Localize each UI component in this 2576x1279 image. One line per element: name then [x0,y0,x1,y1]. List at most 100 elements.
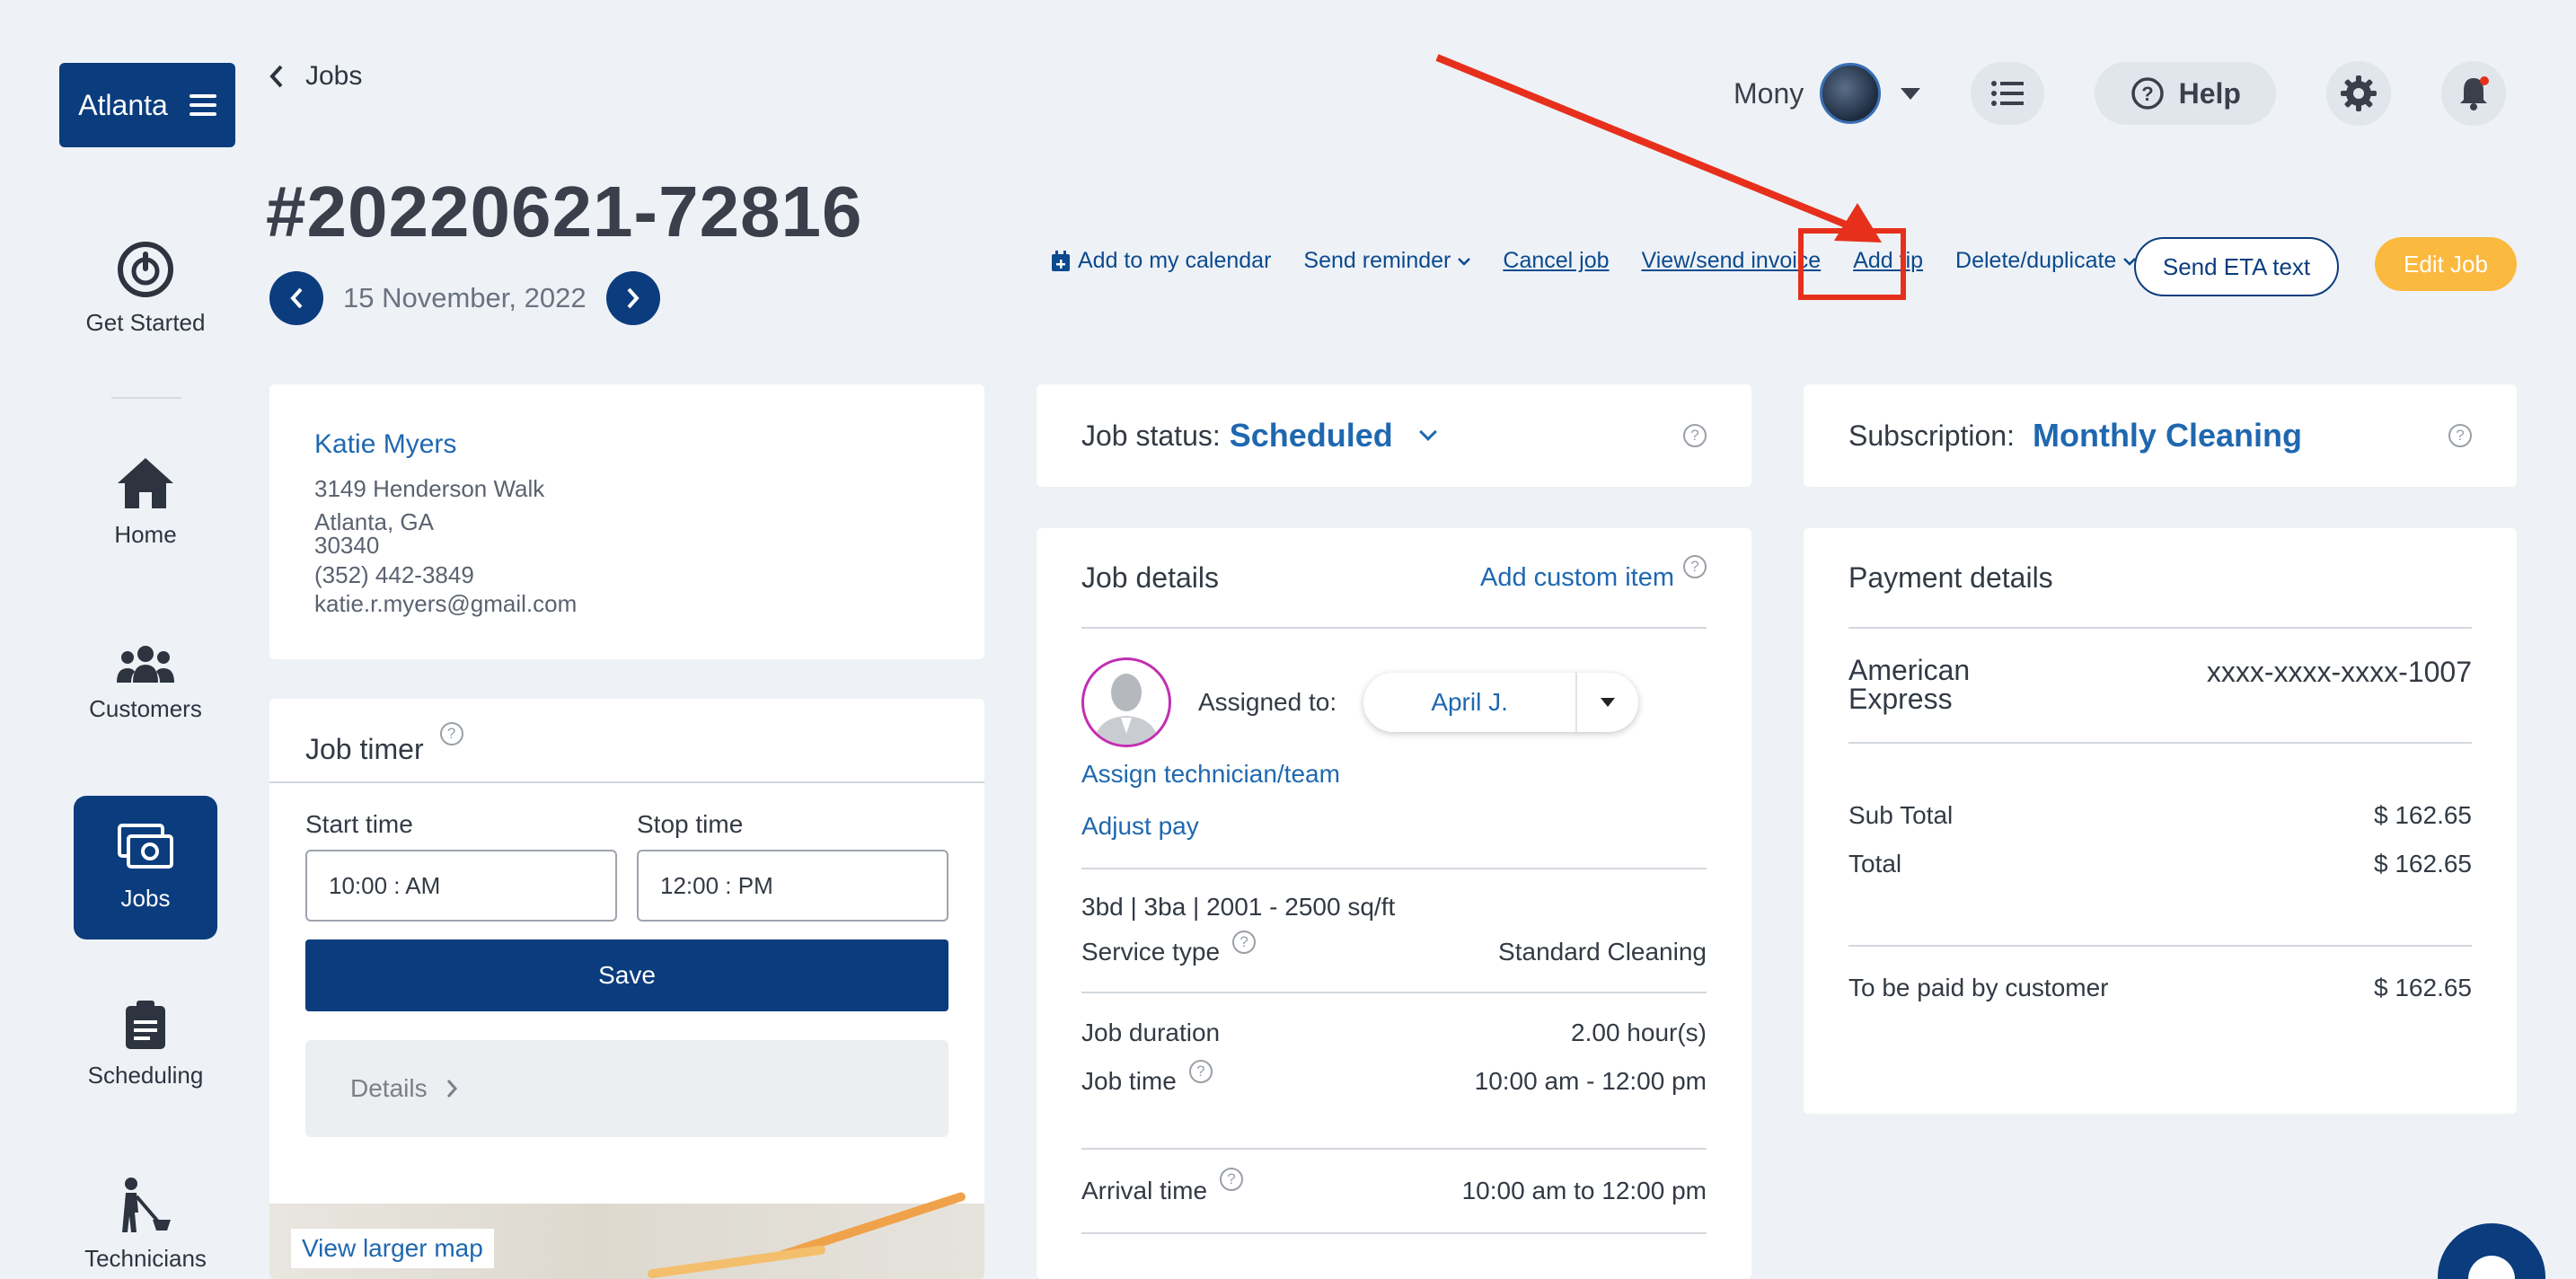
start-time-input[interactable]: 10:00 : AM [305,850,617,922]
subtotal-label: Sub Total [1848,801,1954,829]
divider [1081,1148,1707,1150]
list-view-button[interactable] [1971,62,2045,125]
add-custom-item-link[interactable]: Add custom item [1480,563,1674,593]
location-menu-button[interactable]: Atlanta [59,63,235,147]
customer-zip: 30340 [314,532,380,559]
view-larger-map-link[interactable]: View larger map [291,1229,494,1268]
job-timer-card: Job timer ? Start time 10:00 : AM Stop t… [269,699,984,1279]
technician-avatar [1081,657,1171,747]
sidebar-item-home[interactable]: Home [74,456,217,549]
chevron-left-icon [269,65,283,88]
to-be-paid-row: To be paid by customer $ 162.65 [1848,974,2472,1002]
sidebar-item-label: Get Started [85,309,206,336]
subscription-value-link[interactable]: Monthly Cleaning [2033,417,2302,454]
location-label: Atlanta [78,88,168,121]
service-type-value: Standard Cleaning [1498,938,1707,966]
chat-widget-button[interactable] [2438,1223,2545,1279]
help-icon[interactable]: ? [2448,424,2472,447]
job-duration-label: Job duration [1081,1019,1221,1046]
sidebar-item-customers[interactable]: Customers [74,645,217,723]
sidebar-item-label: Customers [89,695,202,722]
service-type-label: Service type [1081,938,1221,966]
send-eta-text-button[interactable]: Send ETA text [2134,237,2339,296]
arrival-time-row: Arrival time? 10:00 am to 12:00 pm [1081,1168,1707,1205]
breadcrumb[interactable]: Jobs [269,61,362,92]
date-navigator: 15 November, 2022 [269,271,660,325]
annotation-arrow-icon [1435,54,1882,243]
sidebar-item-label: Scheduling [87,1062,204,1089]
payment-details-card: Payment details American Express xxxx-xx… [1804,528,2517,1114]
bell-icon [2460,76,2490,110]
customer-city: Atlanta, GA [314,508,434,535]
job-status-value: Scheduled [1229,417,1393,454]
divider [1081,868,1707,869]
help-icon[interactable]: ? [439,722,463,745]
job-duration-row: Job duration 2.00 hour(s) [1081,1019,1707,1047]
jobs-icon [118,823,173,869]
sidebar-item-label: Home [114,521,177,548]
edit-job-button[interactable]: Edit Job [2375,237,2517,291]
stop-time-label: Stop time [637,810,744,838]
sidebar-divider [111,397,181,399]
job-time-row: Job time? 10:00 am - 12:00 pm [1081,1060,1707,1096]
help-icon[interactable]: ? [1683,424,1707,447]
customer-name-link[interactable]: Katie Myers [314,429,940,460]
job-timer-header: Job timer ? [269,699,984,783]
chat-icon [2468,1256,2515,1279]
sidebar-item-technicians[interactable]: Technicians [74,1177,217,1273]
payment-details-title: Payment details [1848,528,2472,629]
adjust-pay-link[interactable]: Adjust pay [1081,812,1707,841]
job-details-card: Job details Add custom item ? Assigned t… [1037,528,1751,1279]
home-icon [118,458,173,508]
notifications-button[interactable] [2441,61,2507,126]
divider [1848,945,2472,947]
subscription-label: Subscription: [1848,419,2015,452]
delete-duplicate-dropdown[interactable]: Delete/duplicate [1955,248,2137,274]
help-icon: ? [2130,77,2164,110]
help-button[interactable]: ? Help [2095,62,2277,125]
to-be-paid-value: $ 162.65 [2374,974,2472,1001]
customer-street: 3149 Henderson Walk [314,475,545,502]
chevron-right-icon [446,1080,457,1098]
customer-phone: (352) 442-3849 [314,561,474,588]
previous-date-button[interactable] [269,271,323,325]
job-status-dropdown[interactable]: Job status: Scheduled [1081,417,1437,454]
subscription-card: Subscription: Monthly Cleaning ? [1804,384,2517,487]
add-to-calendar-link[interactable]: Add to my calendar [1051,248,1271,274]
assigned-technician-value: April J. [1431,688,1508,716]
details-toggle[interactable]: Details [305,1040,948,1137]
assigned-technician-caret[interactable] [1575,673,1638,732]
sidebar-item-scheduling[interactable]: Scheduling [74,1001,217,1089]
sidebar-item-label: Technicians [84,1245,207,1272]
chevron-down-icon [1418,423,1437,441]
settings-button[interactable] [2326,61,2392,126]
details-label: Details [350,1074,428,1102]
total-value: $ 162.65 [2374,850,2472,878]
subtotal-value: $ 162.65 [2374,801,2472,829]
hamburger-icon [189,94,216,116]
help-icon[interactable]: ? [1220,1168,1244,1191]
clipboard-icon [126,1001,165,1049]
caret-down-icon [1601,698,1616,707]
job-status-label: Job status: [1081,419,1221,452]
card-brand-line-2: Express [1848,683,1953,715]
help-icon[interactable]: ? [1683,555,1707,578]
page-title: #20220621-72816 [266,172,863,251]
job-status-card: Job status: Scheduled ? [1037,384,1751,487]
job-timer-title: Job timer [305,733,424,765]
help-icon[interactable]: ? [1232,931,1257,954]
card-brand-line-1: American [1848,654,1971,686]
map-preview[interactable]: View larger map [269,1191,984,1279]
total-label: Total [1848,850,1902,878]
help-icon[interactable]: ? [1188,1060,1213,1083]
start-time-label: Start time [305,810,413,838]
assign-technician-link[interactable]: Assign technician/team [1081,760,1707,789]
save-button[interactable]: Save [305,939,948,1011]
sidebar-item-get-started[interactable]: Get Started [74,241,217,337]
job-time-label: Job time [1081,1067,1177,1095]
sidebar-item-jobs[interactable]: Jobs [74,796,217,939]
power-icon [118,242,173,297]
next-date-button[interactable] [605,271,660,325]
assigned-technician-select[interactable]: April J. [1363,673,1639,732]
stop-time-input[interactable]: 12:00 : PM [637,850,948,922]
